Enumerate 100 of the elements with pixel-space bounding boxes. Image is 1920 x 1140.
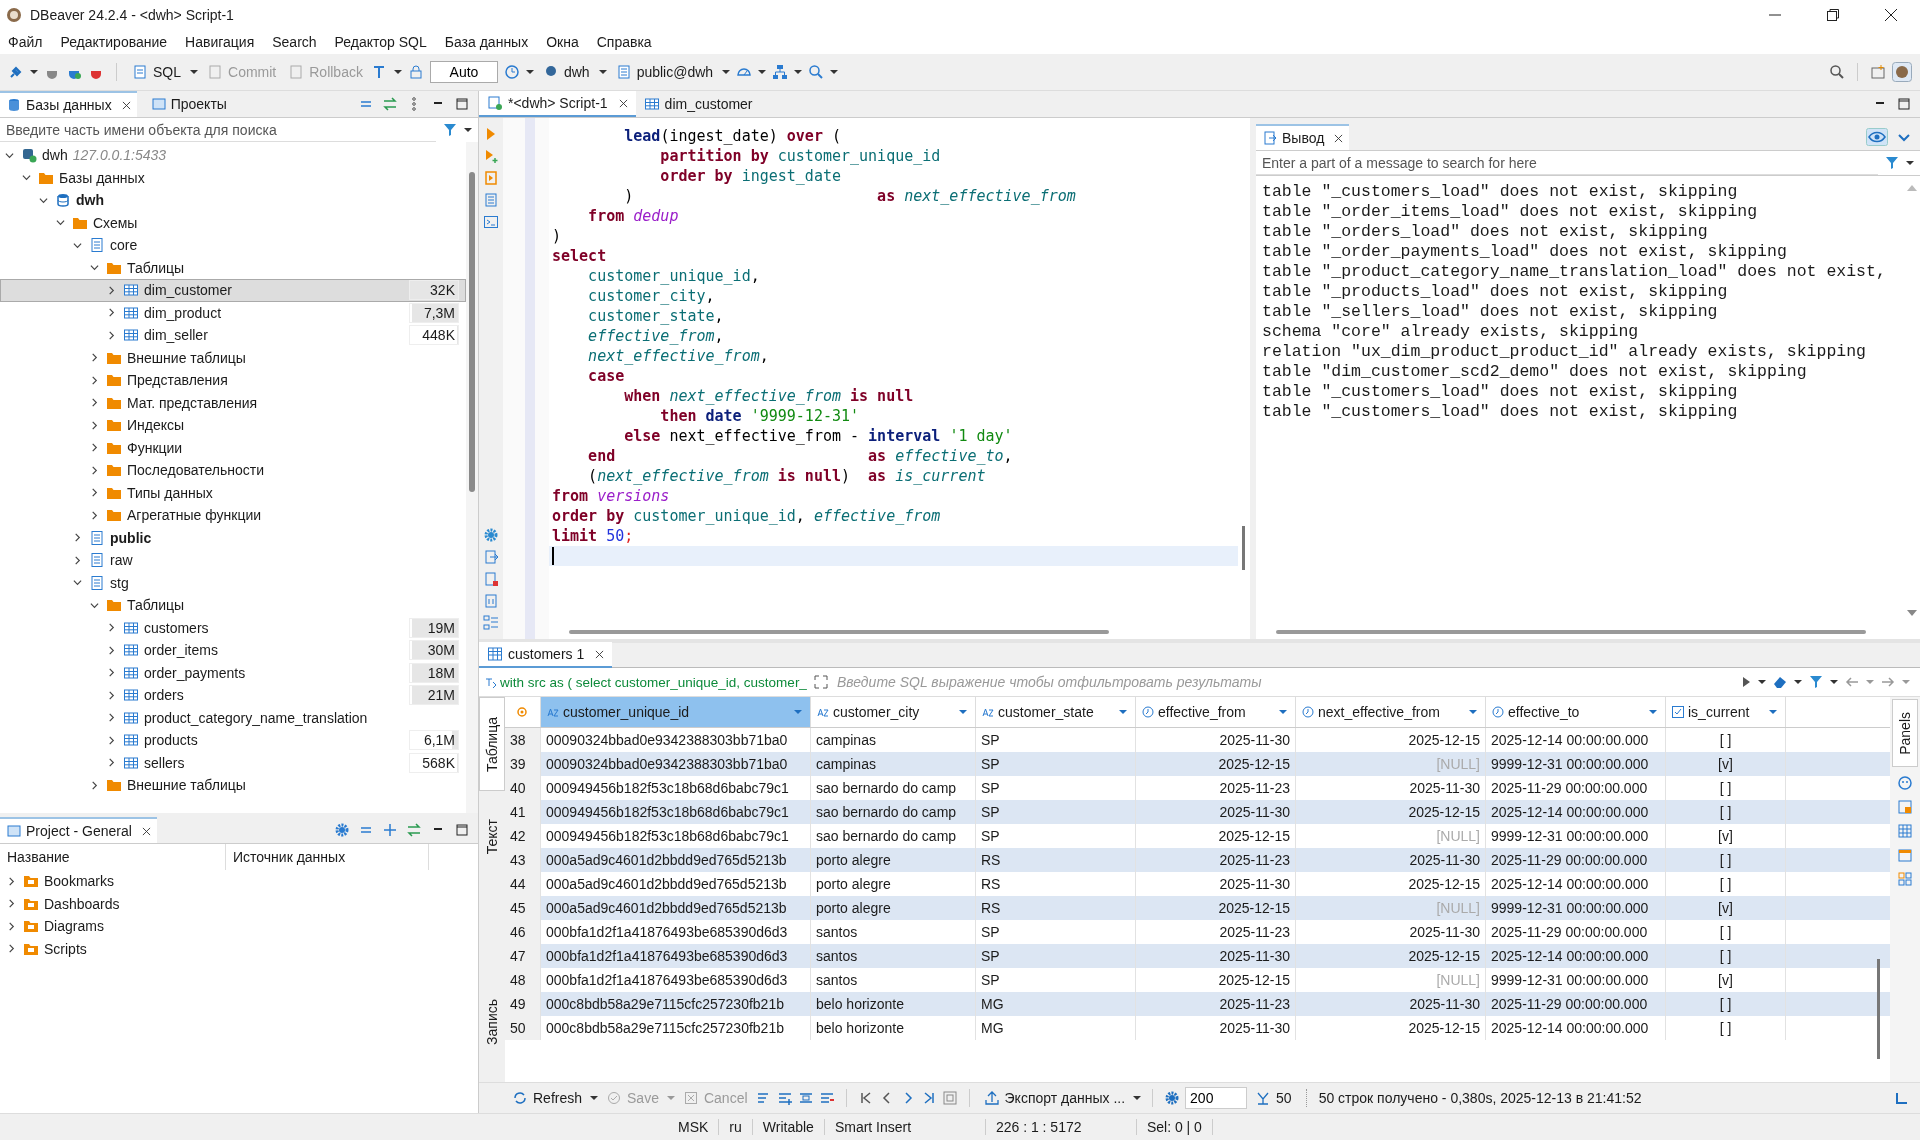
- tree-item[interactable]: product_category_name_translation: [0, 706, 466, 729]
- tree-item[interactable]: Агрегатные функции: [0, 504, 466, 527]
- copy-row-icon[interactable]: [797, 1090, 814, 1106]
- link-arrows-icon[interactable]: [382, 96, 398, 112]
- tree-item[interactable]: Bookmarks: [0, 870, 478, 893]
- panel-tab[interactable]: Базы данных: [0, 91, 137, 117]
- caret-icon[interactable]: [1830, 678, 1838, 686]
- sort-caret-icon[interactable]: [959, 708, 967, 716]
- caret-icon[interactable]: [830, 68, 839, 76]
- chevron-icon[interactable]: [107, 330, 116, 340]
- tree-item[interactable]: public: [0, 526, 466, 549]
- column-header[interactable]: effective_to: [1486, 697, 1666, 727]
- chevron-icon[interactable]: [90, 443, 99, 453]
- caret-icon[interactable]: [393, 68, 402, 76]
- tree-item[interactable]: customers 19M: [0, 616, 466, 639]
- tree-item[interactable]: core: [0, 234, 466, 257]
- tree-item[interactable]: Scripts: [0, 937, 478, 960]
- chevron-icon[interactable]: [90, 353, 99, 363]
- smiley-icon[interactable]: [1897, 775, 1913, 791]
- caret-icon[interactable]: [1794, 678, 1802, 686]
- delete-row-icon[interactable]: [818, 1090, 835, 1106]
- panel-toggle-icon[interactable]: [1894, 1090, 1910, 1106]
- caret-icon[interactable]: [722, 68, 731, 76]
- tree-item[interactable]: Типы данных: [0, 481, 466, 504]
- tree-item[interactable]: Таблицы: [0, 256, 466, 279]
- search-icon[interactable]: [808, 64, 825, 80]
- chevron-icon[interactable]: [90, 510, 99, 520]
- column-header[interactable]: next_effective_from: [1296, 697, 1486, 727]
- column-header[interactable]: Название: [0, 844, 226, 870]
- caret-icon[interactable]: [1133, 1094, 1142, 1102]
- datasource-selector[interactable]: dwh: [539, 62, 593, 82]
- maximize-icon[interactable]: [1896, 96, 1912, 112]
- tree-item[interactable]: order_items 30M: [0, 639, 466, 662]
- tree-item[interactable]: raw: [0, 549, 466, 572]
- expand-icon[interactable]: [382, 822, 398, 838]
- refresh-button[interactable]: Refresh: [509, 1088, 586, 1108]
- chevron-icon[interactable]: [22, 173, 31, 183]
- tree-item[interactable]: dwh: [0, 189, 466, 212]
- sort-caret-icon[interactable]: [794, 708, 802, 716]
- tree-item[interactable]: dwh 127.0.0.1:5433: [0, 144, 466, 167]
- chevron-icon[interactable]: [107, 623, 116, 633]
- close-icon[interactable]: [141, 826, 151, 836]
- eye-icon[interactable]: [1866, 128, 1888, 146]
- row-count-button[interactable]: 50: [1252, 1088, 1295, 1108]
- caret-icon[interactable]: [590, 1094, 599, 1102]
- terminal-icon[interactable]: [483, 214, 499, 230]
- tree-item[interactable]: sellers 568K: [0, 751, 466, 774]
- caret-icon[interactable]: [30, 68, 38, 76]
- tree-item[interactable]: dim_customer 32K: [0, 279, 466, 302]
- column-header[interactable]: customer_state: [976, 697, 1136, 727]
- tree-item[interactable]: Функции: [0, 436, 466, 459]
- menu-item[interactable]: Файл: [8, 34, 43, 50]
- tree-item[interactable]: orders 21M: [0, 684, 466, 707]
- filter-icon[interactable]: [1808, 674, 1824, 690]
- sort-caret-icon[interactable]: [1469, 708, 1477, 716]
- tree-item[interactable]: Индексы: [0, 414, 466, 437]
- tree-item[interactable]: order_payments 18M: [0, 661, 466, 684]
- caret-icon[interactable]: [464, 126, 472, 134]
- column-header[interactable]: is_current: [1666, 697, 1786, 727]
- tree-item[interactable]: Представления: [0, 369, 466, 392]
- tree-item[interactable]: dim_product 7,3M: [0, 301, 466, 324]
- history-icon[interactable]: [503, 64, 520, 80]
- chevron-icon[interactable]: [73, 533, 82, 543]
- editor-tab[interactable]: *<dwh> Script-1: [479, 91, 636, 117]
- close-icon[interactable]: [1884, 8, 1898, 22]
- link-arrows-icon[interactable]: [406, 822, 422, 838]
- caret-icon[interactable]: [525, 68, 534, 76]
- column-header[interactable]: Источник данных: [226, 844, 429, 870]
- menu-item[interactable]: Search: [272, 34, 317, 50]
- export-icon[interactable]: [483, 549, 499, 565]
- caret-icon[interactable]: [794, 68, 803, 76]
- eraser-icon[interactable]: [1772, 674, 1788, 690]
- chevron-icon[interactable]: [90, 398, 99, 408]
- tree-item[interactable]: dim_seller 448K: [0, 324, 466, 347]
- panel-tab[interactable]: Project - General: [0, 817, 157, 843]
- add-row-icon[interactable]: [776, 1090, 793, 1106]
- chevron-icon[interactable]: [107, 668, 116, 678]
- chevron-icon[interactable]: [107, 285, 116, 295]
- filter-icon[interactable]: [1884, 155, 1900, 171]
- tree-item[interactable]: Мат. представления: [0, 391, 466, 414]
- restore-icon[interactable]: [1826, 8, 1840, 22]
- gear-icon[interactable]: [334, 822, 350, 838]
- transaction-mode-button[interactable]: Auto: [429, 61, 498, 83]
- query-text[interactable]: with src as ( select customer_unique_id, customer_: [485, 674, 807, 690]
- sort-caret-icon[interactable]: [1119, 708, 1127, 716]
- menu-item[interactable]: Редактирование: [60, 34, 168, 50]
- grid-icon[interactable]: [1897, 823, 1913, 839]
- close-icon[interactable]: [121, 100, 131, 110]
- chevron-icon[interactable]: [7, 899, 16, 909]
- column-header[interactable]: customer_city: [811, 697, 976, 727]
- scroll-down-icon[interactable]: [1906, 609, 1918, 617]
- caret-icon[interactable]: [598, 68, 607, 76]
- export-button[interactable]: Экспорт данных ...: [980, 1088, 1129, 1108]
- gear-icon[interactable]: [483, 527, 499, 543]
- lock-icon[interactable]: [407, 64, 424, 80]
- chevron-icon[interactable]: [73, 555, 82, 565]
- chevron-icon[interactable]: [90, 375, 99, 385]
- tree-item[interactable]: Diagrams: [0, 915, 478, 938]
- schema-selector[interactable]: public@dwh: [612, 62, 717, 82]
- menu-item[interactable]: База данных: [444, 34, 529, 50]
